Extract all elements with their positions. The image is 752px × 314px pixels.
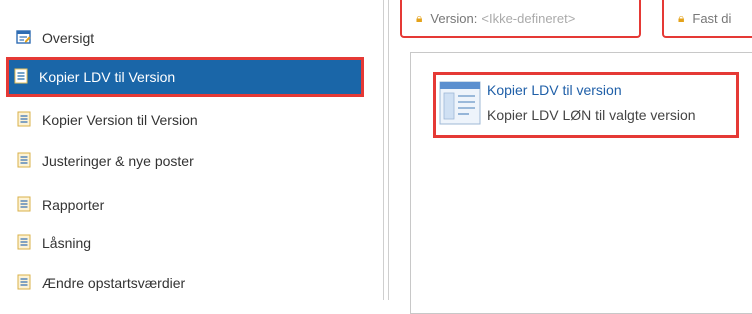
version-value: <Ikke-defineret> [481,10,576,26]
lock-icon: 🔒︎ [416,10,423,25]
document-icon [16,196,34,214]
sidebar-item-kopier-version[interactable]: Kopier Version til Version [12,105,362,135]
sidebar-item-label: Justeringer & nye poster [42,153,194,169]
sidebar-item-label: Ændre opstartsværdier [42,275,186,291]
fixed-status-box[interactable]: 🔒︎ Fast di [662,0,752,38]
sidebar-item-label: Låsning [42,235,92,251]
document-icon [13,68,31,86]
version-label: Version: [430,10,478,26]
tile-subtitle: Kopier LDV LØN til valgte version [487,107,696,123]
document-icon [16,111,34,129]
edit-list-icon [16,29,34,47]
document-icon [16,274,34,292]
document-icon [16,234,34,252]
sidebar-item-aendre-opstartsvaerdier[interactable]: Ændre opstartsværdier [12,268,362,298]
sidebar-item-rapporter[interactable]: Rapporter [12,190,362,220]
sidebar-item-oversigt[interactable]: Oversigt [12,23,362,53]
lock-icon: 🔒︎ [678,10,685,25]
sidebar: Oversigt Kopier LDV til Version Kopier V… [0,0,380,300]
window-form-icon [439,81,481,130]
sidebar-item-label: Kopier LDV til Version [39,69,176,85]
splitter-edge [388,0,389,300]
version-status-box[interactable]: 🔒︎ Version: <Ikke-defineret> [400,0,641,38]
fixed-label: Fast di [692,10,732,26]
document-icon [16,152,34,170]
tile-title[interactable]: Kopier LDV til version [487,82,622,98]
sidebar-item-laasning[interactable]: Låsning [12,228,362,258]
sidebar-item-justeringer[interactable]: Justeringer & nye poster [12,146,362,176]
splitter[interactable] [383,0,384,300]
sidebar-item-label: Oversigt [42,30,95,46]
sidebar-item-kopier-ldv[interactable]: Kopier LDV til Version [6,57,364,97]
sidebar-item-label: Rapporter [42,197,105,213]
sidebar-item-label: Kopier Version til Version [42,112,198,128]
kopier-ldv-tile[interactable]: Kopier LDV til version Kopier LDV LØN ti… [433,72,739,138]
